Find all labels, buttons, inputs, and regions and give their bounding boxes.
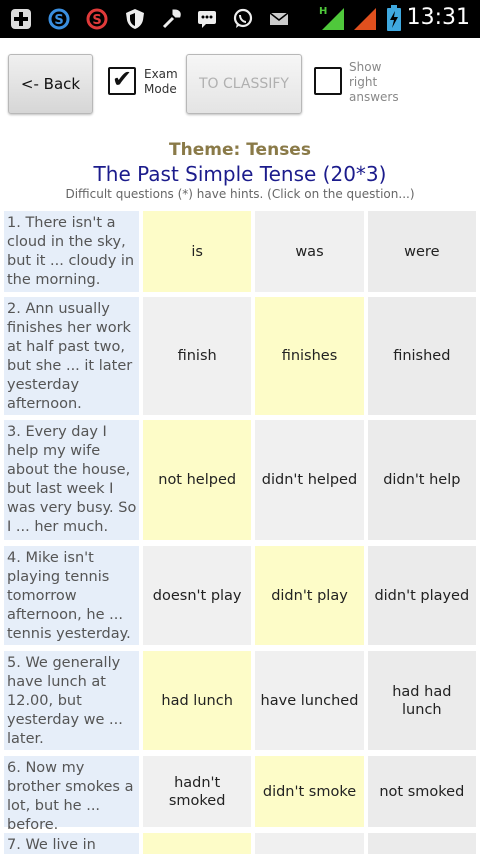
status-bar: S S H 13:31 xyxy=(0,0,480,38)
question-row-7: 7. We live in xyxy=(4,833,476,854)
plus-icon xyxy=(11,9,31,29)
answer-option[interactable] xyxy=(367,833,476,854)
checkmark-icon: ✔ xyxy=(112,65,133,93)
show-answers-label-line3: answers xyxy=(349,90,399,104)
hint-subtitle: Difficult questions (*) have hints. (Cli… xyxy=(65,187,415,201)
answer-option[interactable]: didn't helped xyxy=(255,420,364,540)
question-text[interactable]: 5. We generally have lunch at 12.00, but… xyxy=(4,651,139,750)
question-text[interactable]: 6. Now my brother smokes a lot, but he .… xyxy=(4,756,139,833)
answer-option[interactable]: hadn't smoked xyxy=(143,756,252,827)
question-row-6: 6. Now my brother smokes a lot, but he .… xyxy=(4,756,476,833)
answer-option[interactable] xyxy=(143,833,252,854)
page-title: The Past Simple Tense (20*3) xyxy=(93,162,387,186)
exam-mode-label-line1: Exam xyxy=(144,67,178,81)
show-answers-label: Show right answers xyxy=(349,60,399,105)
exam-mode-checkbox[interactable]: ✔ xyxy=(108,65,136,95)
signal-icon xyxy=(354,8,376,30)
question-text[interactable]: 2. Ann usually finishes her work at half… xyxy=(4,297,139,415)
chat-icon xyxy=(198,11,216,28)
answer-option[interactable]: didn't played xyxy=(367,546,476,645)
show-answers-label-line2: right xyxy=(349,75,378,89)
battery-icon xyxy=(387,5,401,31)
s-app-icon: S xyxy=(86,8,108,30)
answer-option[interactable]: finish xyxy=(143,297,252,415)
answer-option[interactable]: didn't smoke xyxy=(255,756,364,827)
exam-mode-label: Exam Mode xyxy=(144,67,178,97)
question-row-3: 3. Every day I help my wife about the ho… xyxy=(4,420,476,540)
question-text[interactable]: 7. We live in xyxy=(4,833,139,854)
answer-option[interactable]: didn't help xyxy=(367,420,476,540)
svg-text:H: H xyxy=(319,6,327,17)
answer-option[interactable]: didn't play xyxy=(255,546,364,645)
signal-h-icon: H xyxy=(319,6,344,30)
question-text[interactable]: 1. There isn't a cloud in the sky, but i… xyxy=(4,211,139,292)
clock: 13:31 xyxy=(406,5,470,30)
back-button[interactable]: <- Back xyxy=(8,54,93,114)
question-row-4: 4. Mike isn't playing tennis tomorrow af… xyxy=(4,546,476,645)
answer-option[interactable]: finishes xyxy=(255,297,364,415)
skype-icon: S xyxy=(48,8,70,30)
answer-option[interactable] xyxy=(255,833,364,854)
question-text[interactable]: 4. Mike isn't playing tennis tomorrow af… xyxy=(4,546,139,645)
answer-option[interactable]: have lunched xyxy=(255,651,364,750)
answer-option[interactable]: had lunch xyxy=(143,651,252,750)
question-text[interactable]: 3. Every day I help my wife about the ho… xyxy=(4,420,139,540)
svg-text:S: S xyxy=(92,13,101,28)
exam-mode-label-line2: Mode xyxy=(144,82,177,96)
answer-option[interactable]: not helped xyxy=(143,420,252,540)
question-row-1: 1. There isn't a cloud in the sky, but i… xyxy=(4,211,476,292)
theme-heading: Theme: Tenses xyxy=(169,140,311,160)
answer-option[interactable]: doesn't play xyxy=(143,546,252,645)
answer-option[interactable]: was xyxy=(255,211,364,292)
whatsapp-icon xyxy=(233,8,253,28)
answer-option[interactable]: is xyxy=(143,211,252,292)
show-answers-checkbox[interactable] xyxy=(314,67,342,95)
shield-icon xyxy=(126,9,144,29)
answer-option[interactable]: were xyxy=(367,211,476,292)
wrench-icon xyxy=(162,9,181,29)
answer-option[interactable]: finished xyxy=(367,297,476,415)
question-row-5: 5. We generally have lunch at 12.00, but… xyxy=(4,651,476,750)
answer-option[interactable]: had had lunch xyxy=(367,651,476,750)
mail-icon xyxy=(269,12,289,25)
svg-text:S: S xyxy=(54,13,63,28)
show-answers-label-line1: Show xyxy=(349,60,382,74)
answer-option[interactable]: not smoked xyxy=(367,756,476,827)
question-row-2: 2. Ann usually finishes her work at half… xyxy=(4,297,476,415)
to-classify-button[interactable]: TO CLASSIFY xyxy=(186,54,302,114)
